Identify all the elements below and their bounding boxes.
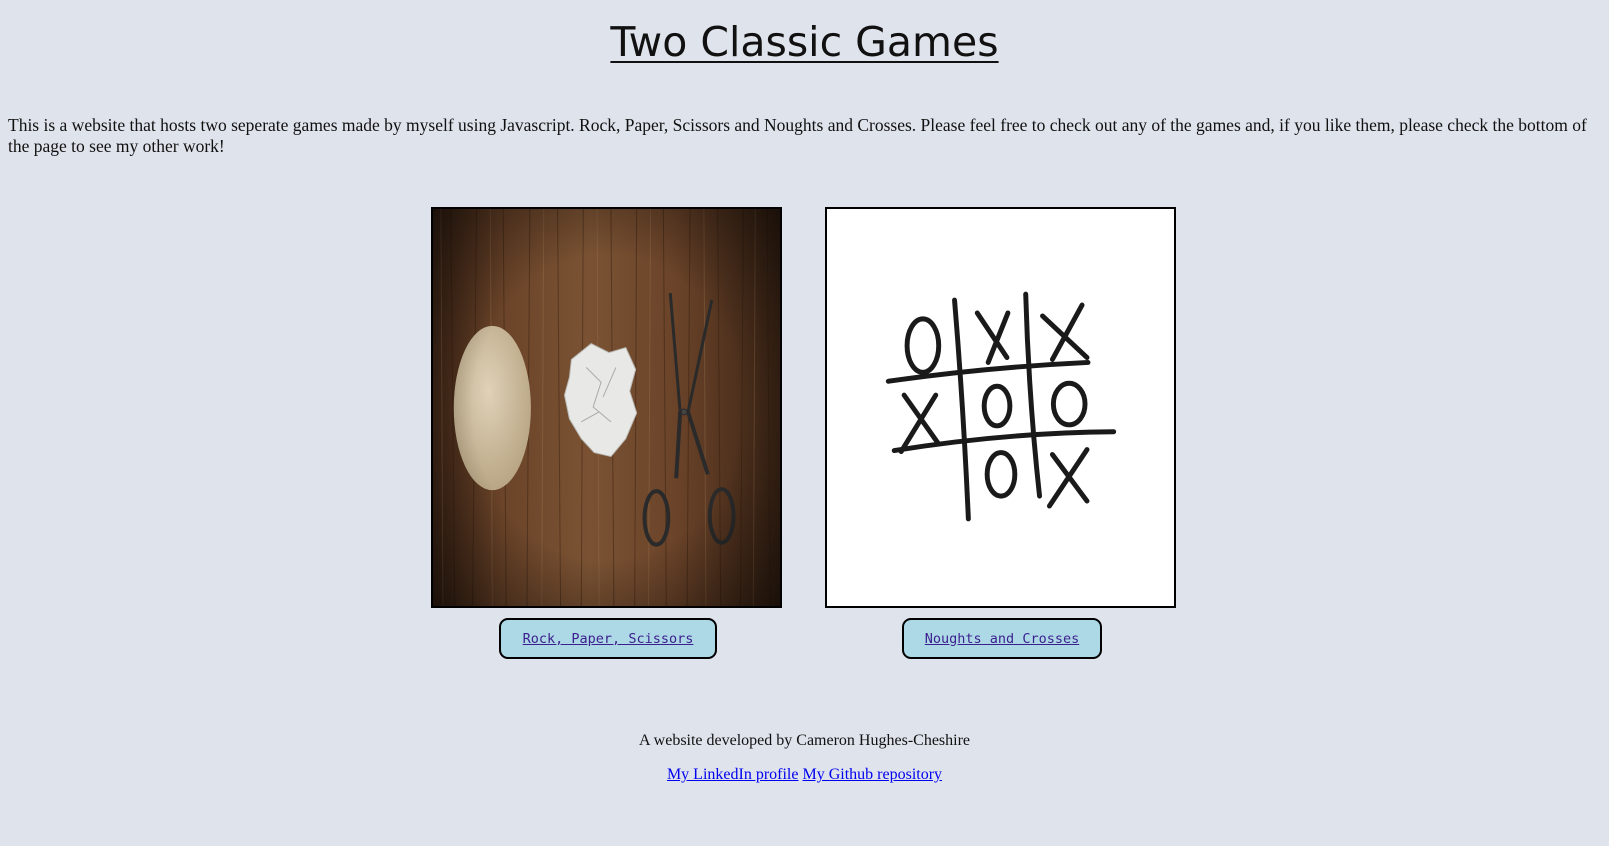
page: Two Classic Games This is a website that… bbox=[0, 0, 1609, 846]
github-link[interactable]: My Github repository bbox=[802, 766, 942, 783]
rock-paper-scissors-image[interactable] bbox=[431, 207, 782, 608]
noughts-and-crosses-button[interactable]: Noughts and Crosses bbox=[902, 618, 1102, 659]
rock-paper-scissors-link[interactable]: Rock, Paper, Scissors bbox=[523, 631, 694, 647]
nac-drawing bbox=[827, 209, 1174, 606]
intro-paragraph: This is a website that hosts two seperat… bbox=[8, 115, 1587, 156]
page-title: Two Classic Games bbox=[610, 18, 999, 66]
footer-credit: A website developed by Cameron Hughes-Ch… bbox=[638, 732, 971, 749]
noughts-and-crosses-image[interactable] bbox=[825, 207, 1176, 608]
noughts-and-crosses-link[interactable]: Noughts and Crosses bbox=[925, 631, 1079, 647]
linkedin-link[interactable]: My LinkedIn profile bbox=[667, 766, 799, 783]
footer-links: My LinkedIn profile My Github repository bbox=[0, 766, 1609, 784]
rock-paper-scissors-button[interactable]: Rock, Paper, Scissors bbox=[499, 618, 717, 659]
rps-photo bbox=[433, 209, 780, 606]
